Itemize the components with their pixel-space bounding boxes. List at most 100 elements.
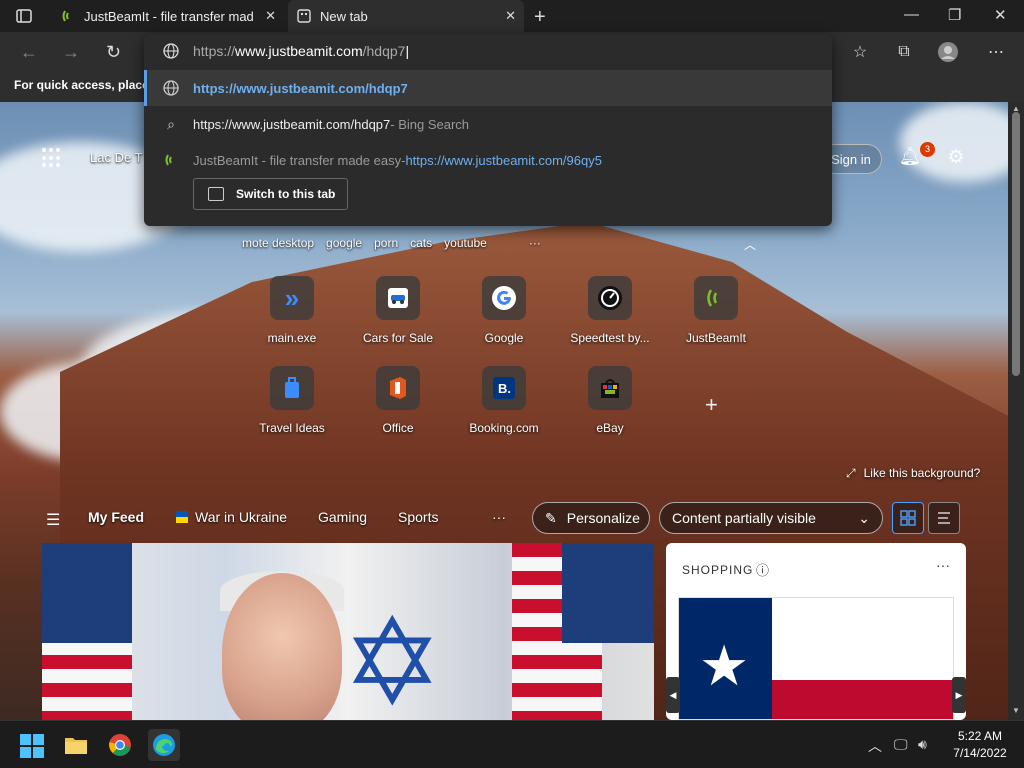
hamburger-menu-icon[interactable]: ☰	[46, 510, 60, 530]
forward-arrow-icon[interactable]: →	[62, 42, 80, 63]
pencil-icon: ✎	[545, 509, 557, 526]
justbeamit-icon	[162, 151, 180, 169]
tab-justbeamit[interactable]: JustBeamIt - file transfer made easy ✕	[52, 0, 284, 32]
tab-bar: JustBeamIt - file transfer made easy ✕ N…	[0, 0, 1024, 32]
newtab-icon	[296, 8, 312, 24]
search-icon: ⌕	[167, 115, 175, 132]
switch-to-tab-button[interactable]: Switch to this tab	[193, 178, 348, 210]
quicklink-google[interactable]: Google	[454, 276, 554, 345]
info-icon[interactable]: ⓘ	[756, 560, 769, 579]
trending-item[interactable]: cats	[410, 236, 432, 250]
justbeamit-icon	[694, 276, 738, 320]
file-explorer-icon[interactable]	[60, 729, 92, 761]
trending-item[interactable]: porn	[374, 236, 398, 250]
more-options-icon[interactable]: ⋯	[984, 40, 1008, 64]
like-background-link[interactable]: ⤢ Like this background?	[846, 466, 980, 481]
personalize-button[interactable]: ✎ Personalize	[532, 502, 650, 534]
suggestion-open-tab[interactable]: JustBeamIt - file transfer made easy - h…	[144, 142, 832, 178]
edge-icon[interactable]	[148, 729, 180, 761]
shopping-card[interactable]: SHOPPING ⓘ ··· ★ ◀ ▶	[666, 543, 966, 720]
windows-taskbar: ︿ 🖵︎ 🔊︎ 5:22 AM 7/14/2022	[0, 720, 1024, 768]
trending-item[interactable]: youtube	[444, 236, 487, 250]
minimize-icon[interactable]: —	[904, 6, 919, 23]
chevron-up-icon[interactable]: ︿	[744, 236, 756, 253]
browser-window: JustBeamIt - file transfer made easy ✕ N…	[0, 0, 1024, 768]
windows-start-icon[interactable]	[20, 734, 44, 758]
shopping-title: SHOPPING	[682, 563, 754, 577]
tab-actions-icon[interactable]	[8, 4, 40, 28]
add-quicklink-plus-icon[interactable]: +	[705, 392, 718, 418]
quicklink-office[interactable]: Office	[348, 366, 448, 435]
quicklink-travel-ideas[interactable]: Travel Ideas	[242, 366, 342, 435]
list-view-icon[interactable]	[928, 502, 960, 534]
speedometer-icon	[588, 276, 632, 320]
content-visibility-dropdown[interactable]: Content partially visible ⌄	[659, 502, 883, 534]
chevron-up-tray-icon[interactable]: ︿	[868, 736, 882, 756]
chevron-icon: »	[270, 276, 314, 320]
quicklink-booking[interactable]: B. Booking.com	[454, 366, 554, 435]
quicklink-cars-for-sale[interactable]: Cars for Sale	[348, 276, 448, 345]
quicklink-justbeamit[interactable]: JustBeamIt	[666, 276, 766, 345]
carousel-prev-icon[interactable]: ◀	[666, 677, 680, 713]
feed-navigation: ☰ My Feed War in Ukraine Gaming Sports ·…	[0, 500, 1008, 536]
tab-switch-icon	[208, 187, 224, 201]
chrome-icon[interactable]	[104, 729, 136, 761]
restore-icon[interactable]: ❐	[948, 6, 961, 24]
close-tab-icon[interactable]: ✕	[265, 8, 276, 24]
globe-icon	[162, 42, 180, 60]
quicklink-ebay[interactable]: eBay	[560, 366, 660, 435]
profile-avatar-icon[interactable]	[936, 40, 960, 64]
back-arrow-icon[interactable]: ←	[20, 42, 38, 63]
quicklink-main-exe[interactable]: » main.exe	[242, 276, 342, 345]
volume-icon[interactable]: 🔊︎	[918, 736, 927, 753]
suggestion-url[interactable]: https://www.justbeamit.com/hdqp7	[144, 70, 832, 106]
news-card-image[interactable]: ✡	[42, 543, 654, 720]
globe-icon	[162, 79, 180, 97]
chevron-down-icon: ⌄	[858, 509, 870, 526]
more-options-icon[interactable]: ···	[936, 557, 950, 573]
close-window-icon[interactable]: ✕	[994, 6, 1007, 24]
close-tab-icon[interactable]: ✕	[505, 8, 516, 24]
page-scrollbar[interactable]: ▲ ▼	[1008, 102, 1024, 720]
settings-gear-icon[interactable]: ⚙	[944, 146, 968, 170]
scrollbar-thumb[interactable]	[1012, 112, 1020, 376]
tab-new-tab[interactable]: New tab ✕	[288, 0, 524, 32]
feed-more-icon[interactable]: ···	[492, 509, 506, 525]
trending-item[interactable]: mote desktop	[242, 236, 314, 250]
weather-location[interactable]: Lac De T	[90, 150, 143, 165]
refresh-icon[interactable]: ↻	[106, 42, 121, 63]
collections-icon[interactable]: ⧉	[892, 40, 916, 64]
network-icon[interactable]: 🖵︎	[894, 736, 908, 753]
feed-tab-war-in-ukraine[interactable]: War in Ukraine	[176, 509, 287, 525]
texas-flag-image[interactable]: ★	[678, 597, 954, 720]
tab-label: New tab	[320, 8, 368, 24]
ebay-icon	[588, 366, 632, 410]
address-bar-input[interactable]: https://www.justbeamit.com/hdqp7 |	[144, 34, 832, 68]
system-clock[interactable]: 5:22 AM 7/14/2022	[948, 728, 1012, 762]
trending-searches: mote desktop google porn cats youtube ··…	[242, 236, 541, 250]
trending-more-icon[interactable]: ···	[529, 236, 541, 250]
suggestion-bing-search[interactable]: ⌕ https://www.justbeamit.com/hdqp7 - Bin…	[144, 106, 832, 142]
booking-icon: B.	[482, 366, 526, 410]
notification-count-badge: 3	[920, 142, 935, 157]
ukraine-flag-icon	[176, 511, 188, 523]
new-tab-plus-icon[interactable]: +	[534, 6, 546, 29]
grid-view-icon[interactable]	[892, 502, 924, 534]
tab-label: JustBeamIt - file transfer made easy	[84, 8, 254, 24]
office-icon	[376, 366, 420, 410]
justbeamit-icon	[60, 8, 76, 24]
quicklink-speedtest[interactable]: Speedtest by...	[560, 276, 660, 345]
apps-launcher-icon[interactable]	[42, 148, 62, 168]
feed-tab-sports[interactable]: Sports	[398, 509, 438, 525]
expand-icon: ⤢	[846, 466, 856, 480]
feed-tab-gaming[interactable]: Gaming	[318, 509, 367, 525]
google-icon	[482, 276, 526, 320]
favorites-star-icon[interactable]: ☆	[848, 40, 872, 64]
feed-tab-my-feed[interactable]: My Feed	[88, 509, 144, 525]
notifications-bell-icon[interactable]: 🔔︎	[898, 146, 922, 170]
carousel-next-icon[interactable]: ▶	[952, 677, 966, 713]
luggage-icon	[270, 366, 314, 410]
svg-text:B.: B.	[498, 381, 511, 396]
scroll-down-icon[interactable]: ▼	[1012, 706, 1020, 715]
trending-item[interactable]: google	[326, 236, 362, 250]
